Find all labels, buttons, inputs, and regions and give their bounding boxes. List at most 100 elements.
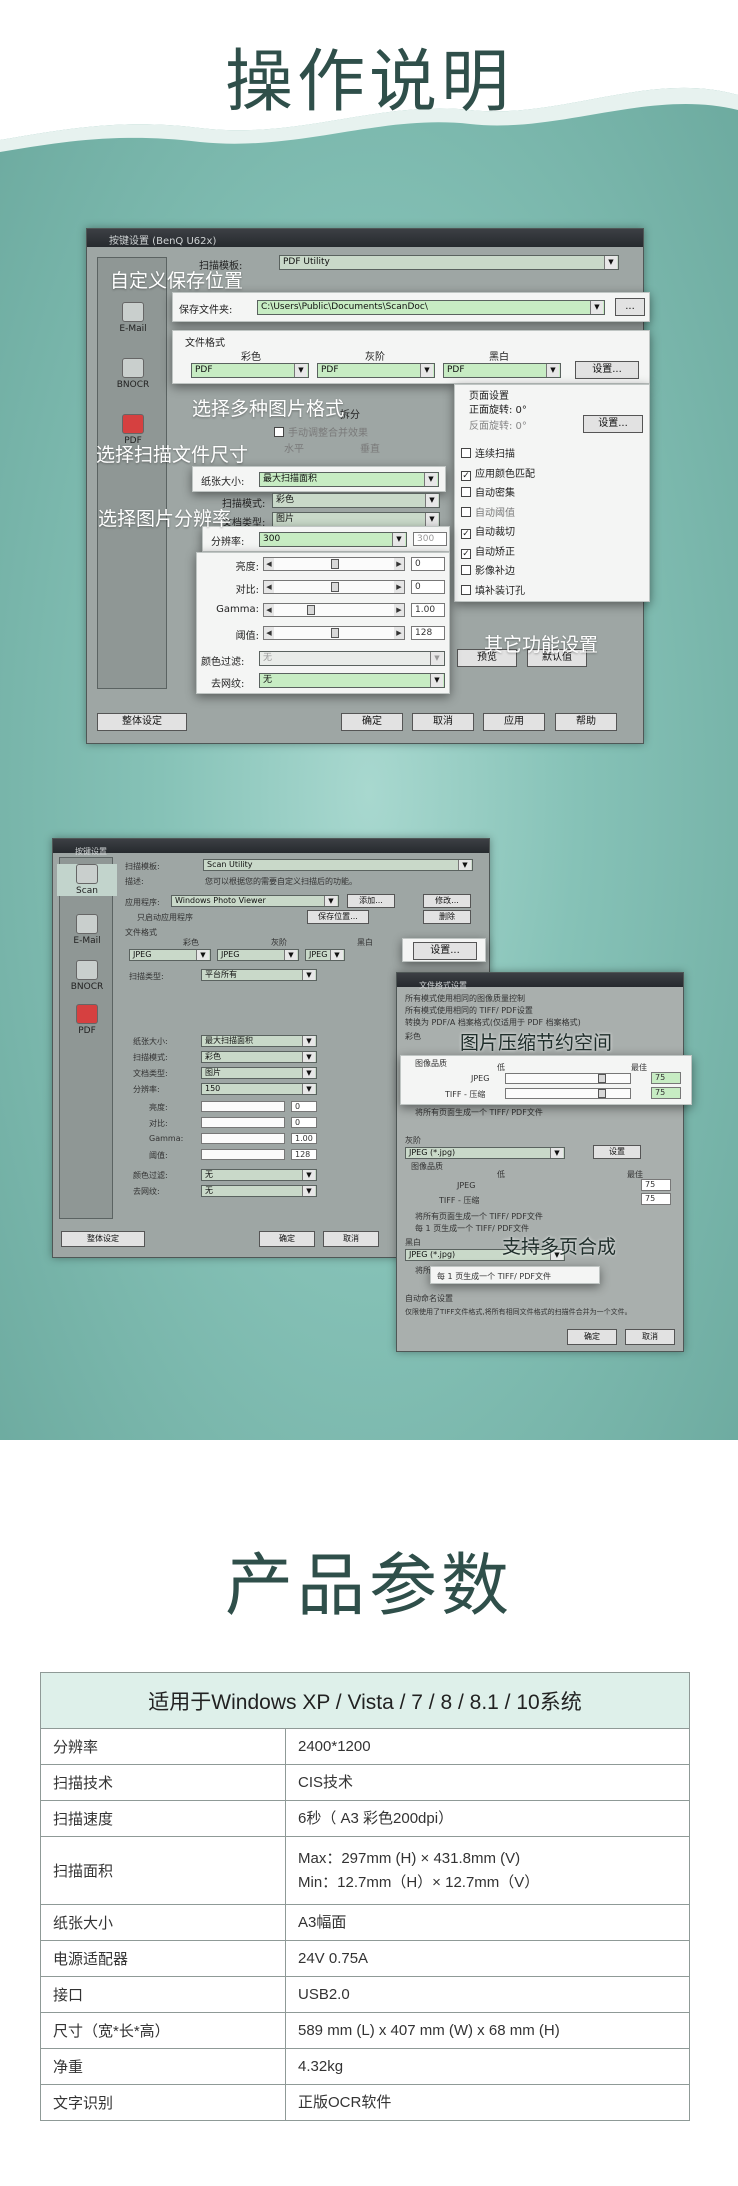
ff-jpeg-value[interactable]: 75 [651,1072,681,1084]
arrow-left-icon[interactable]: ◀ [264,604,274,616]
add-app-button[interactable]: 添加... [347,894,395,908]
filter-select-2[interactable]: 无 [201,1169,317,1181]
arrow-left-icon[interactable]: ◀ [264,558,274,570]
gray-format-select-2[interactable]: JPEG [217,949,299,961]
arrow-right-icon[interactable]: ▶ [394,581,404,593]
format-settings-button[interactable]: 设置... [575,361,639,379]
browse-button[interactable]: ... [615,298,645,316]
ff-ok-button[interactable]: 确定 [567,1329,617,1345]
sidebar-item-bnocr-2[interactable]: BNOCR [57,960,117,992]
app-select-2[interactable]: Windows Photo Viewer [171,895,339,907]
adjust-slider-2[interactable] [201,1133,285,1144]
option-checkbox[interactable]: 填补装订孔 [461,582,525,597]
option-checkbox[interactable]: 自动密集 [461,484,515,499]
adjust-slider-2[interactable] [201,1149,285,1160]
format-settings-button-2[interactable]: 设置... [413,942,477,960]
delete-app-button[interactable]: 删除 [423,910,471,924]
gray-format-select[interactable]: PDF [317,363,435,378]
adjust-slider[interactable]: ◀ ▶ [263,626,405,640]
slider-knob[interactable] [331,628,339,638]
manual-merge-checkbox[interactable]: 手动调整合并效果 [274,424,368,439]
doc-type-select[interactable]: 图片 [272,512,440,527]
arrow-left-icon[interactable]: ◀ [264,581,274,593]
param-select-2[interactable]: 图片 [201,1067,317,1079]
paper-size-select[interactable]: 最大扫描面积 [259,472,439,487]
cancel-button[interactable]: 取消 [412,713,474,731]
option-checkbox[interactable]: 自动阈值 [461,504,515,519]
ff-gray-set-button[interactable]: 设置 [593,1145,641,1159]
param-select-2[interactable]: 彩色 [201,1051,317,1063]
scan-mode2-select[interactable]: 彩色 [272,493,440,508]
filter-select-2[interactable]: 无 [201,1185,317,1197]
descreen-select[interactable]: 无 [259,673,445,688]
ff-opt-1[interactable]: 所有模式使用相同的图像质量控制 [405,993,525,1004]
arrow-right-icon[interactable]: ▶ [394,604,404,616]
adjust-value[interactable]: 0 [411,580,445,594]
ff-tiff-value[interactable]: 75 [651,1087,681,1099]
ff-gray-format-select[interactable]: JPEG (*.jpg) [405,1147,565,1159]
adjust-slider[interactable]: ◀ ▶ [263,557,405,571]
arrow-left-icon[interactable]: ◀ [264,627,274,639]
apply-button[interactable]: 应用 [483,713,545,731]
param-select-2[interactable]: 最大扫描面积 [201,1035,317,1047]
scan-mode-select[interactable]: PDF Utility [279,255,619,270]
jpeg-quality-slider[interactable] [505,1073,631,1084]
ff-tiff-value-2[interactable]: 75 [641,1193,671,1205]
bw-format-select-2[interactable]: JPEG [305,949,345,961]
adjust-value-2[interactable]: 1.00 [291,1133,317,1144]
ff-opt-3[interactable]: 转换为 PDF/A 档案格式(仅适用于 PDF 档案格式) [405,1017,581,1028]
tiff-quality-slider[interactable] [505,1088,631,1099]
only-start-app-checkbox[interactable]: 只启动应用程序 [137,912,193,923]
option-checkbox[interactable]: 连续扫描 [461,445,515,460]
option-checkbox[interactable]: ✓ 自动矫正 [461,543,515,559]
adjust-value[interactable]: 128 [411,626,445,640]
adjust-value-2[interactable]: 0 [291,1101,317,1112]
adjust-value[interactable]: 1.00 [411,603,445,617]
horizontal-radio[interactable]: 水平 [284,440,304,455]
color-format-select[interactable]: PDF [191,363,309,378]
page-settings-button[interactable]: 设置... [583,415,643,433]
scan-type-select-2[interactable]: 平台所有 [201,969,317,981]
color-filter-select[interactable]: 无 [259,651,445,666]
sidebar-item-pdf-2[interactable]: PDF [57,1004,117,1036]
multipage-each-row[interactable]: 每 1 页生成一个 TIFF/ PDF文件 [437,1271,551,1282]
ff-all-pages-1[interactable]: 将所有页面生成一个 TIFF/ PDF文件 [415,1107,543,1118]
arrow-right-icon[interactable]: ▶ [394,558,404,570]
option-checkbox[interactable]: 影像补边 [461,562,515,577]
option-checkbox[interactable]: ✓ 应用颜色匹配 [461,465,535,481]
ff-jpeg-value-2[interactable]: 75 [641,1179,671,1191]
help-button[interactable]: 帮助 [555,713,617,731]
adjust-slider[interactable]: ◀ ▶ [263,603,405,617]
ff-cancel-button[interactable]: 取消 [625,1329,675,1345]
slider-knob[interactable] [331,582,339,592]
cancel-button-2[interactable]: 取消 [323,1231,379,1247]
save-location-button[interactable]: 保存位置... [307,910,369,924]
modify-app-button[interactable]: 修改... [423,894,471,908]
resolution-select[interactable]: 300 [259,532,407,547]
ok-button[interactable]: 确定 [341,713,403,731]
adjust-value[interactable]: 0 [411,557,445,571]
ff-opt-2[interactable]: 所有模式使用相同的 TIFF/ PDF设置 [405,1005,533,1016]
resolution-input[interactable]: 300 [413,532,447,546]
scan-mode-select-2[interactable]: Scan Utility [203,859,473,871]
param-select-2[interactable]: 150 [201,1083,317,1095]
adjust-slider-2[interactable] [201,1117,285,1128]
color-format-select-2[interactable]: JPEG [129,949,211,961]
sidebar-item-bnocr[interactable]: BNOCR [103,358,163,390]
slider-knob[interactable] [306,605,315,615]
bw-format-select[interactable]: PDF [443,363,561,378]
adjust-value-2[interactable]: 0 [291,1117,317,1128]
ok-button-2[interactable]: 确定 [259,1231,315,1247]
slider-knob[interactable] [331,559,339,569]
vertical-radio[interactable]: 垂直 [360,440,380,455]
global-settings-button[interactable]: 整体设定 [97,713,187,731]
arrow-right-icon[interactable]: ▶ [394,627,404,639]
adjust-slider[interactable]: ◀ ▶ [263,580,405,594]
adjust-value-2[interactable]: 128 [291,1149,317,1160]
option-checkbox[interactable]: ✓ 自动裁切 [461,523,515,539]
adjust-slider-2[interactable] [201,1101,285,1112]
sidebar-item-scan[interactable]: Scan [57,864,117,896]
sidebar-item-email[interactable]: E-Mail [103,302,163,334]
global-settings-button-2[interactable]: 整体设定 [61,1231,145,1247]
ff-all-pages-2[interactable]: 将所有页面生成一个 TIFF/ PDF文件 [415,1211,543,1222]
